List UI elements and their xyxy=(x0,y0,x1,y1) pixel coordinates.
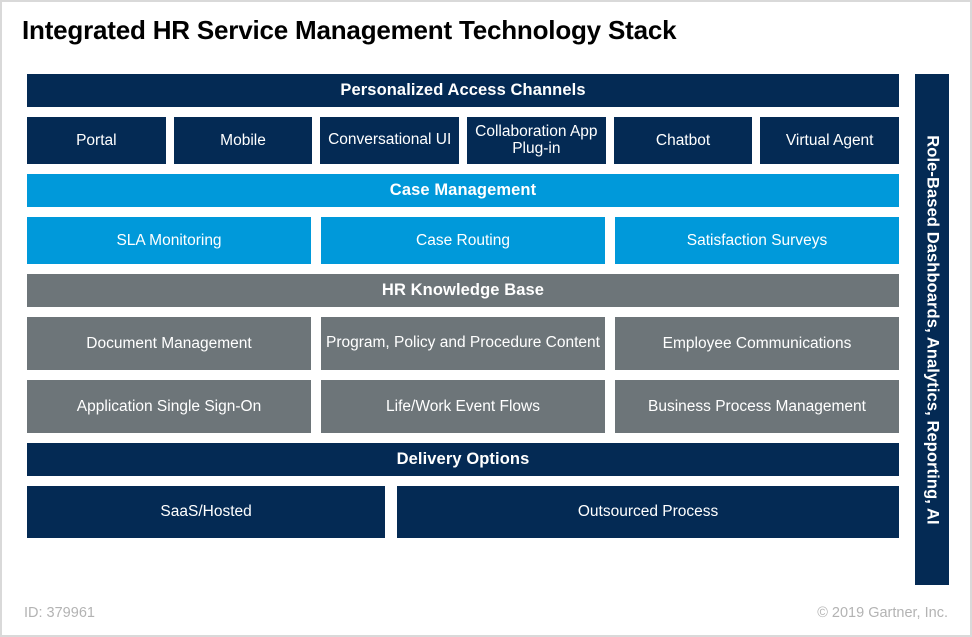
stack-item-satisfaction-surveys[interactable]: Satisfaction Surveys xyxy=(615,217,899,264)
stack-item-document-management[interactable]: Document Management xyxy=(27,317,311,370)
footer: ID: 379961 © 2019 Gartner, Inc. xyxy=(2,605,970,625)
footer-id: ID: 379961 xyxy=(24,605,95,621)
band-items-delivery-options: SaaS/Hosted Outsourced Process xyxy=(27,486,899,538)
band-items-hr-knowledge-base-row-1: Document Management Program, Policy and … xyxy=(27,317,899,370)
band-header-case-management: Case Management xyxy=(27,174,899,207)
stack-item-collaboration-app-plug-in[interactable]: Collaboration App Plug-in xyxy=(467,117,606,164)
band-personalized-access-channels: Personalized Access Channels Portal Mobi… xyxy=(27,74,900,164)
band-header-hr-knowledge-base: HR Knowledge Base xyxy=(27,274,899,307)
stack-item-virtual-agent[interactable]: Virtual Agent xyxy=(760,117,900,164)
stack-item-portal[interactable]: Portal xyxy=(27,117,166,164)
stack-item-chatbot[interactable]: Chatbot xyxy=(613,117,753,164)
band-hr-knowledge-base: HR Knowledge Base Document Management Pr… xyxy=(27,274,899,433)
band-items-hr-knowledge-base-row-2: Application Single Sign-On Life/Work Eve… xyxy=(27,380,899,433)
stack-item-sla-monitoring[interactable]: SLA Monitoring xyxy=(27,217,311,264)
diagram-canvas: Integrated HR Service Management Technol… xyxy=(0,0,972,637)
stack-item-outsourced-process[interactable]: Outsourced Process xyxy=(397,486,899,538)
band-header-delivery-options: Delivery Options xyxy=(27,443,899,476)
sidebar-role-based-dashboards[interactable]: Role-Based Dashboards, Analytics, Report… xyxy=(915,74,949,585)
band-case-management: Case Management SLA Monitoring Case Rout… xyxy=(27,174,899,264)
technology-stack: Personalized Access Channels Portal Mobi… xyxy=(27,74,900,538)
stack-item-employee-communications[interactable]: Employee Communications xyxy=(615,317,899,370)
stack-item-program-policy-and-procedure-content[interactable]: Program, Policy and Procedure Content xyxy=(321,317,605,370)
stack-item-mobile[interactable]: Mobile xyxy=(173,117,313,164)
stack-item-case-routing[interactable]: Case Routing xyxy=(321,217,605,264)
sidebar-label: Role-Based Dashboards, Analytics, Report… xyxy=(923,134,942,525)
stack-item-saas-hosted[interactable]: SaaS/Hosted xyxy=(27,486,386,538)
stack-item-life-work-event-flows[interactable]: Life/Work Event Flows xyxy=(321,380,605,433)
stack-item-business-process-management[interactable]: Business Process Management xyxy=(615,380,899,433)
stack-item-application-single-sign-on[interactable]: Application Single Sign-On xyxy=(27,380,311,433)
band-items-case-management: SLA Monitoring Case Routing Satisfaction… xyxy=(27,217,899,264)
footer-copyright: © 2019 Gartner, Inc. xyxy=(817,605,948,621)
stack-item-conversational-ui[interactable]: Conversational UI xyxy=(320,117,460,164)
band-items-personalized-access-channels: Portal Mobile Conversational UI Collabor… xyxy=(27,117,900,164)
band-header-personalized-access-channels: Personalized Access Channels xyxy=(27,74,899,107)
band-delivery-options: Delivery Options SaaS/Hosted Outsourced … xyxy=(27,443,899,538)
page-title: Integrated HR Service Management Technol… xyxy=(22,15,677,45)
